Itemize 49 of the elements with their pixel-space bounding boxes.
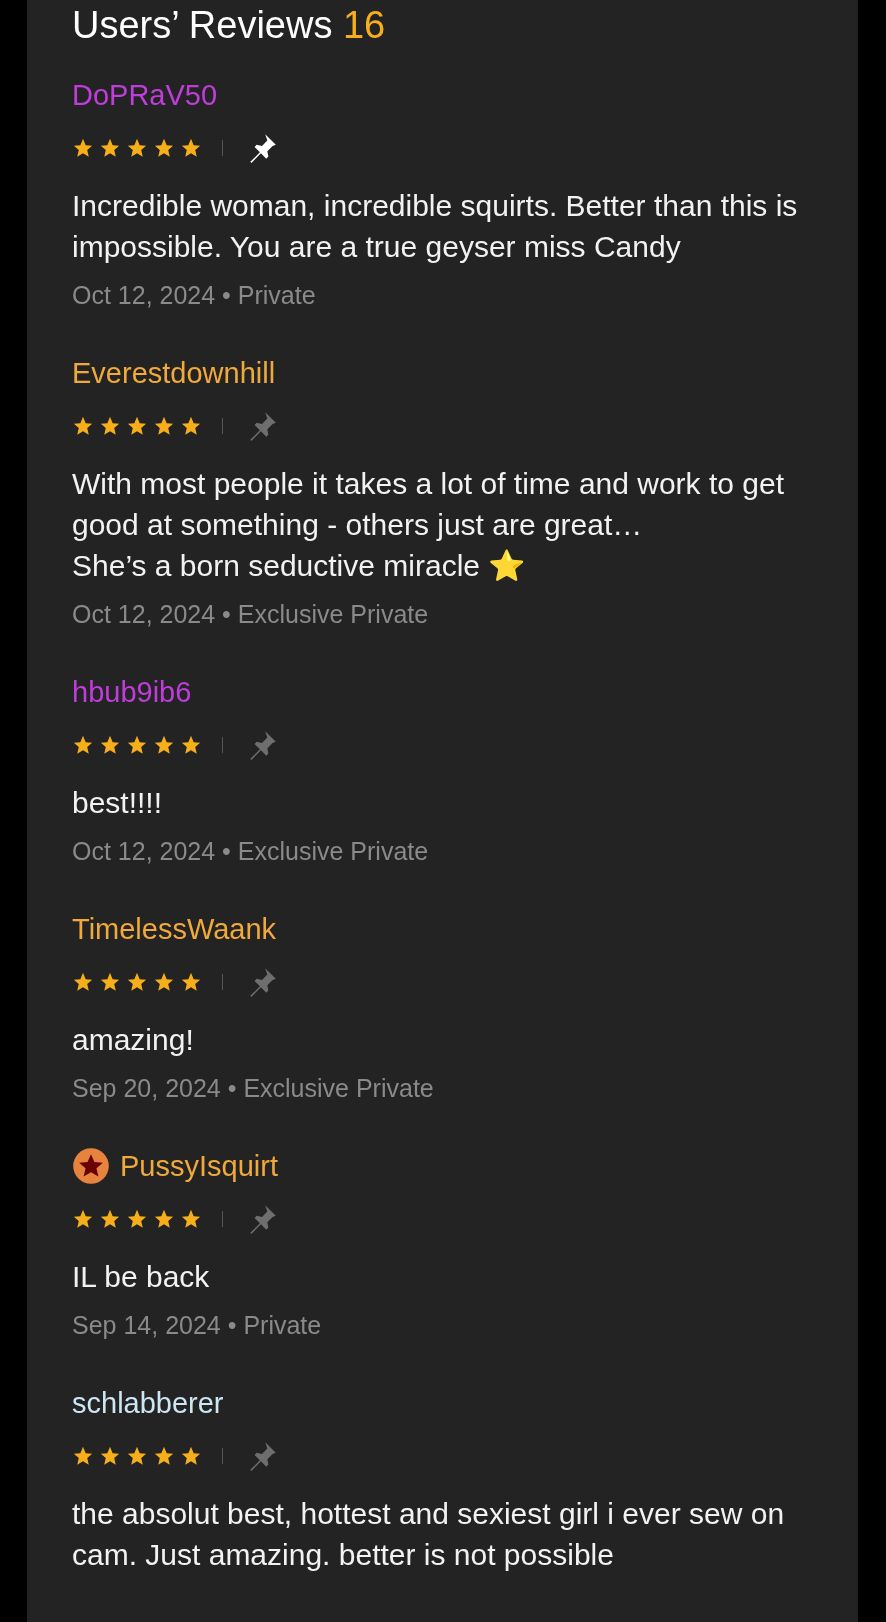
star-icon (126, 415, 148, 437)
username-link[interactable]: schlabberer (72, 1385, 224, 1421)
star-icon (72, 415, 94, 437)
star-icon (153, 1208, 175, 1230)
star-icon (99, 137, 121, 159)
review-text: amazing! (72, 1022, 195, 1058)
star-icon (180, 1208, 202, 1230)
star-icon (180, 971, 202, 993)
review-date: Sep 14, 2024 • Private (72, 1310, 323, 1341)
star-icon (99, 1208, 121, 1230)
star-icon (72, 734, 94, 756)
star-icon (72, 1208, 94, 1230)
star-icon (153, 1445, 175, 1467)
star-icon (99, 971, 121, 993)
star-icon (153, 734, 175, 756)
star-icon (72, 137, 94, 159)
star-icon (99, 734, 121, 756)
review-text: best!!!! (72, 785, 164, 821)
username-link[interactable]: Everestdownhill (72, 355, 276, 391)
review-text: IL be back (72, 1259, 211, 1295)
star-icon (126, 734, 148, 756)
star-icon (153, 415, 175, 437)
star-icon (126, 137, 148, 159)
star-icon (180, 137, 202, 159)
review-text: Incredible woman, incredible squirts. Better than this is impossible. You are a true geyser miss Candy (72, 188, 799, 265)
review-date: Sep 20, 2024 • Exclusive Private (72, 1073, 435, 1104)
review-text: With most people it takes a lot of time and work to get good at something - others just are great… She’s a born seductive miracle ⭐ (72, 466, 785, 584)
star-icon (126, 1208, 148, 1230)
username-link[interactable]: PussyIsquirt (120, 1148, 278, 1184)
star-icon (180, 415, 202, 437)
star-icon (126, 971, 148, 993)
username-link[interactable]: DoPRaV50 (72, 77, 218, 113)
star-icon (72, 971, 94, 993)
star-icon (99, 415, 121, 437)
username-link[interactable]: hbub9ib6 (72, 674, 192, 710)
star-icon (180, 734, 202, 756)
star-icon (153, 971, 175, 993)
username-link[interactable]: TimelessWaank (72, 911, 277, 947)
review-count: 16 (343, 4, 386, 46)
star-icon (126, 1445, 148, 1467)
star-icon (153, 137, 175, 159)
star-icon (72, 1445, 94, 1467)
review-date: Oct 12, 2024 • Exclusive Private (72, 836, 430, 867)
section-title: Users’ Reviews (72, 4, 333, 46)
star-icon (180, 1445, 202, 1467)
review-date: Oct 12, 2024 • Private (72, 280, 317, 311)
review-date: Oct 12, 2024 • Exclusive Private (72, 599, 430, 630)
review-text: the absolut best, hottest and sexiest girl i ever sew on cam. Just amazing. better is not possible (72, 1496, 786, 1573)
star-icon (99, 1445, 121, 1467)
